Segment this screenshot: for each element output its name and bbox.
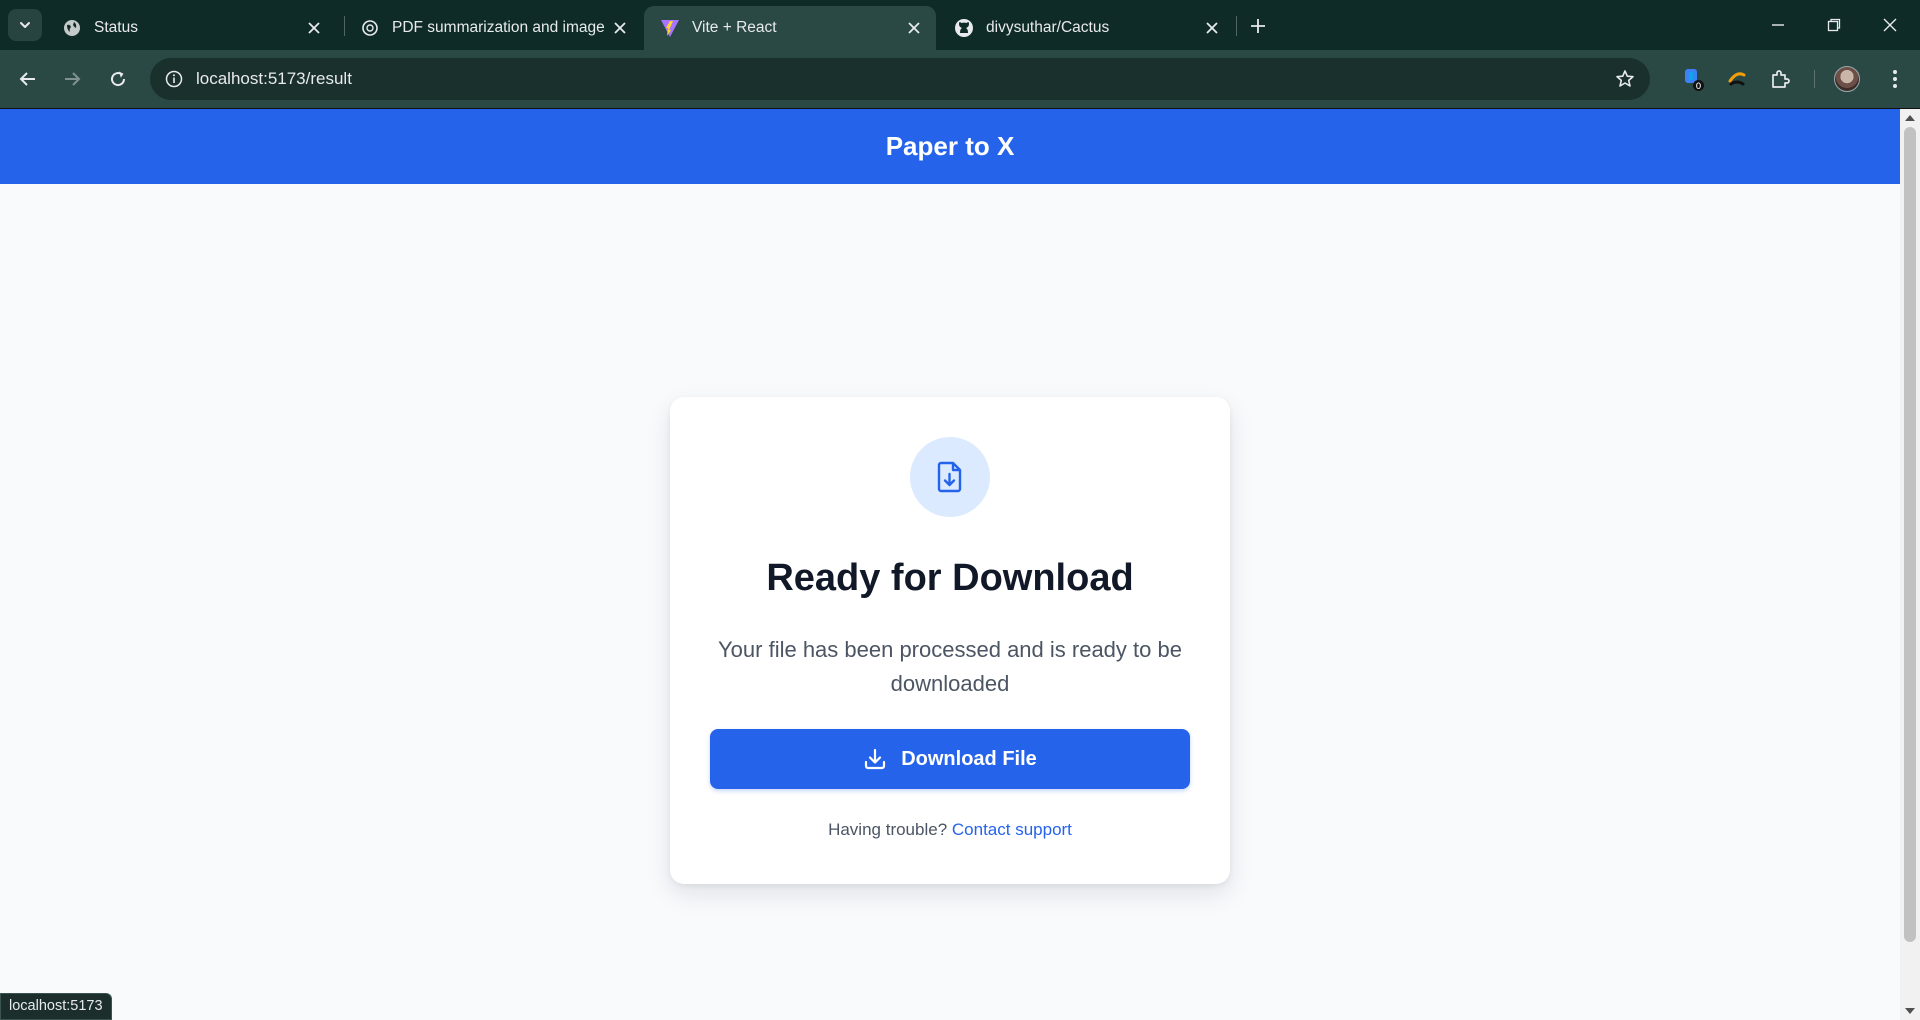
tab-divider <box>1236 16 1237 36</box>
chevron-down-icon <box>20 22 30 28</box>
arrow-right-icon <box>65 72 81 86</box>
reload-button[interactable] <box>100 61 136 97</box>
status-url-bubble: localhost:5173 <box>0 993 112 1020</box>
close-window-button[interactable] <box>1870 8 1910 42</box>
minimize-icon <box>1772 24 1784 26</box>
scrollbar-thumb[interactable] <box>1904 127 1916 942</box>
tab-status[interactable]: Status <box>46 6 336 50</box>
back-button[interactable] <box>10 61 46 97</box>
url-text[interactable]: localhost:5173/result <box>196 69 352 89</box>
forward-button[interactable] <box>54 61 90 97</box>
tab-github-cactus[interactable]: divysuthar/Cactus <box>938 6 1234 50</box>
browser-toolbar: localhost:5173/result 0 <box>0 50 1920 108</box>
tab-search-button[interactable] <box>8 9 42 41</box>
extension-icon[interactable]: 0 <box>1678 64 1708 94</box>
close-icon[interactable] <box>1200 16 1224 40</box>
bookmark-star-icon[interactable] <box>1612 66 1638 92</box>
tab-title: PDF summarization and image <box>392 19 605 36</box>
toolbar-divider <box>1814 70 1815 88</box>
close-icon[interactable] <box>902 16 926 40</box>
file-download-icon <box>937 461 962 493</box>
close-icon <box>1883 18 1897 32</box>
tab-title: divysuthar/Cactus <box>986 19 1110 36</box>
scroll-down-arrow-icon[interactable] <box>1905 1008 1915 1014</box>
download-file-button[interactable]: Download File <box>710 729 1190 789</box>
site-info-icon[interactable] <box>160 65 188 93</box>
tab-title: Status <box>94 19 138 36</box>
extension-badge: 0 <box>1696 82 1702 92</box>
help-text: Having trouble? Contact support <box>670 820 1230 840</box>
reload-icon <box>111 71 126 87</box>
download-card: Ready for Download Your file has been pr… <box>670 397 1230 884</box>
new-tab-button[interactable] <box>1244 12 1272 40</box>
restore-button[interactable] <box>1814 8 1854 42</box>
plus-icon <box>1251 19 1265 33</box>
arrow-left-icon <box>19 72 35 86</box>
close-icon[interactable] <box>302 16 326 40</box>
file-download-icon-badge <box>910 437 990 517</box>
scroll-up-arrow-icon[interactable] <box>1905 115 1915 121</box>
app-header: Paper to X <box>0 109 1900 184</box>
extension-icon[interactable] <box>1722 64 1752 94</box>
page-scrollbar[interactable] <box>1900 109 1920 1020</box>
card-description: Your file has been processed and is read… <box>718 637 1182 696</box>
openai-icon <box>360 18 380 38</box>
page-viewport: Paper to X Ready for Download Your file … <box>0 109 1900 1020</box>
extensions-puzzle-icon[interactable] <box>1766 64 1796 94</box>
minimize-button[interactable] <box>1758 8 1798 42</box>
profile-avatar[interactable] <box>1834 66 1860 92</box>
help-prompt: Having trouble? <box>828 820 948 839</box>
tab-vite-react[interactable]: Vite + React <box>644 6 936 50</box>
vite-icon <box>660 18 680 38</box>
tab-title: Vite + React <box>692 19 777 36</box>
restore-icon <box>1827 18 1841 32</box>
card-title: Ready for Download <box>766 557 1134 599</box>
app-title: Paper to X <box>885 131 1015 161</box>
close-icon[interactable] <box>608 16 632 40</box>
tab-strip: Status PDF summarization and image Vite … <box>0 0 1920 50</box>
tab-pdf-summarization[interactable]: PDF summarization and image <box>344 6 642 50</box>
globe-icon <box>62 18 82 38</box>
menu-kebab-icon[interactable] <box>1880 64 1910 94</box>
address-bar[interactable]: localhost:5173/result <box>150 58 1650 100</box>
download-icon <box>865 748 886 770</box>
contact-support-link[interactable]: Contact support <box>952 820 1072 839</box>
download-button-label: Download File <box>901 747 1037 770</box>
github-icon <box>954 18 974 38</box>
